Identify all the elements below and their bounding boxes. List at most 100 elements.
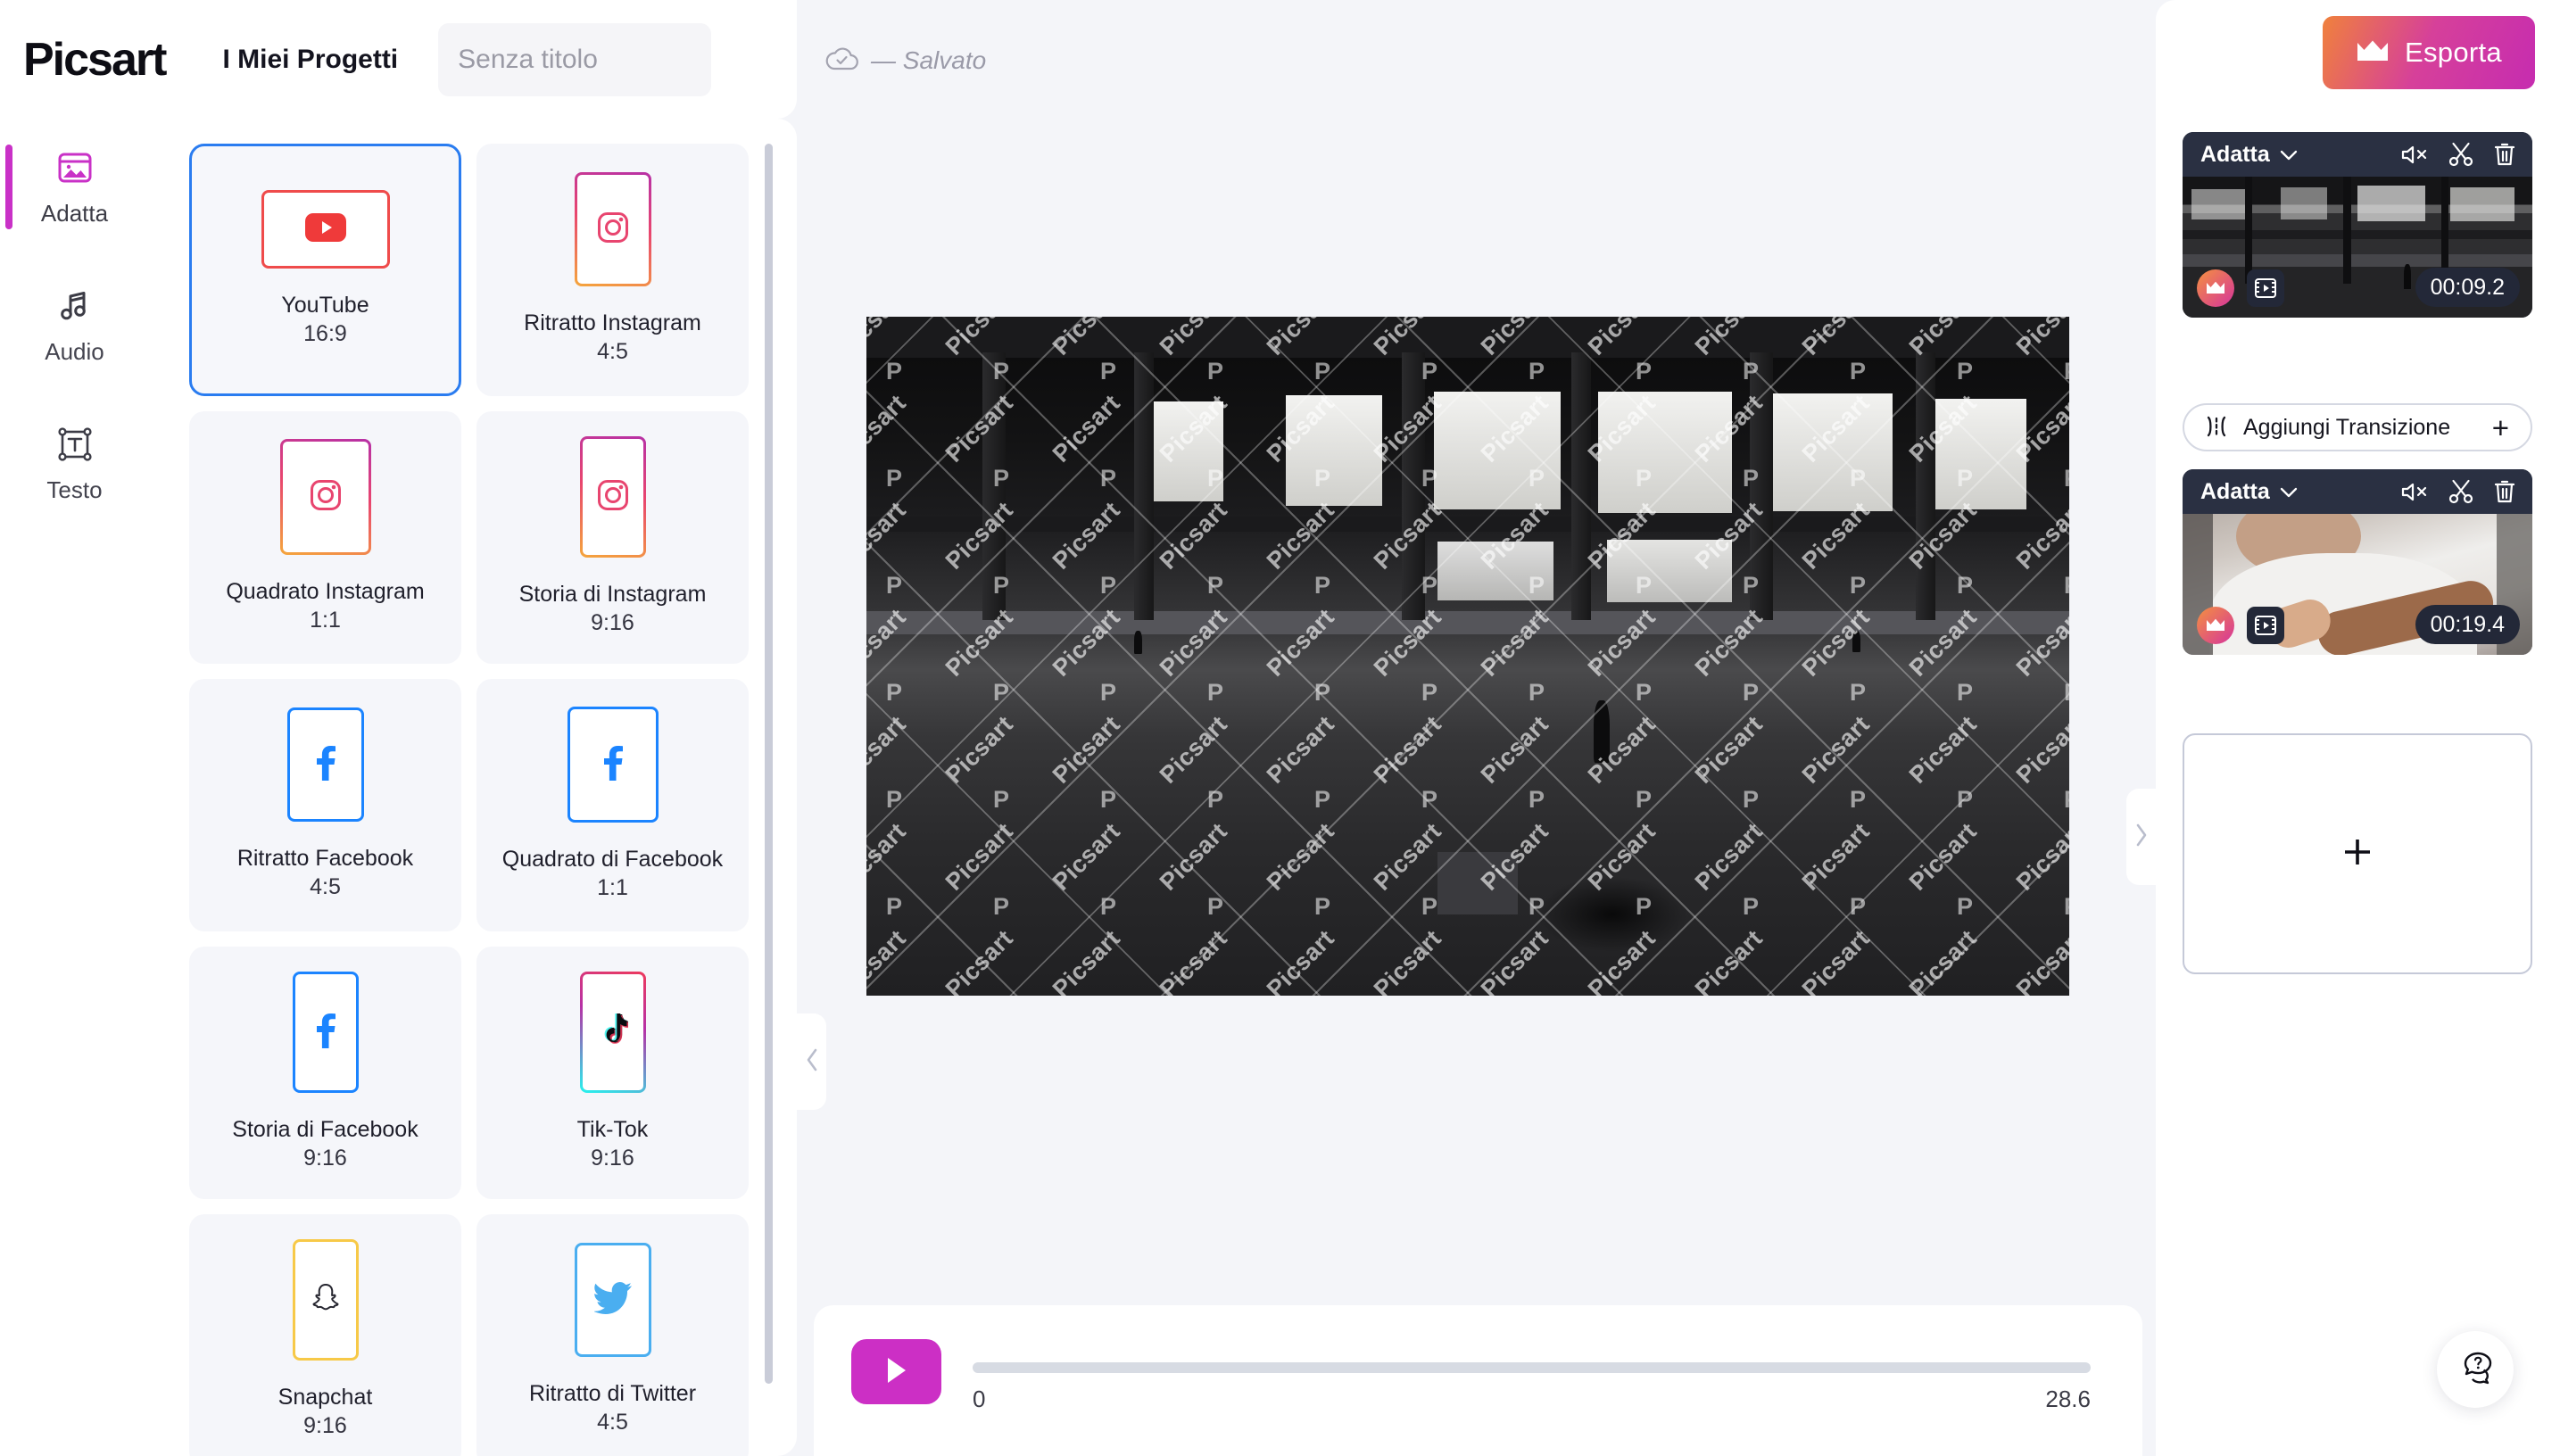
preset-frame [261, 190, 390, 269]
sidebar-item-adatta[interactable]: Adatta [0, 119, 149, 257]
facebook-icon [314, 745, 337, 785]
preset-card[interactable]: Quadrato Instagram 1:1 [189, 411, 461, 664]
preset-name: Storia di Facebook [232, 1117, 418, 1142]
clip-toolbar: Adatta [2183, 469, 2532, 514]
save-status: — Salvato [825, 45, 986, 76]
plus-icon [2341, 836, 2374, 873]
play-button[interactable] [851, 1339, 941, 1404]
timeline: 0 28.6 [973, 1362, 2091, 1413]
scissors-icon[interactable] [2448, 479, 2473, 504]
preset-name: YouTube [281, 293, 369, 318]
trash-icon[interactable] [2493, 142, 2516, 167]
speaker-mute-icon[interactable] [2401, 144, 2429, 166]
export-button[interactable]: Esporta [2323, 16, 2535, 89]
my-projects-link[interactable]: I Miei Progetti [222, 45, 398, 75]
canvas-stage: PicsartPPicsartPPicsartPPicsartPPicsartP… [797, 119, 2269, 1350]
crown-icon [2356, 39, 2390, 66]
preset-name: Ritratto di Twitter [528, 1381, 697, 1406]
preset-ratio: 9:16 [591, 1146, 634, 1171]
preset-name: Tik-Tok [576, 1117, 649, 1142]
preset-card[interactable]: Ritratto di Twitter 4:5 [476, 1214, 749, 1456]
scissors-icon[interactable] [2448, 142, 2473, 167]
preset-frame [580, 436, 646, 558]
timeline-labels: 0 28.6 [973, 1386, 2091, 1413]
picsart-logo: Picsart [23, 33, 167, 86]
preset-card[interactable]: Quadrato di Facebook 1:1 [476, 679, 749, 931]
sidebar-item-testo[interactable]: Testo [0, 395, 149, 534]
timeline-end-label: 28.6 [2045, 1386, 2091, 1412]
preset-frame [567, 707, 659, 823]
preset-panel: YouTube 16:9 Ritratto Instagram 4:5 Quadrato… [149, 119, 797, 1456]
sidebar-item-audio[interactable]: Audio [0, 257, 149, 395]
trash-icon[interactable] [2493, 479, 2516, 504]
preset-ratio: 1:1 [597, 875, 628, 901]
clip-duration-badge: 00:19.4 [2415, 605, 2520, 644]
preset-frame [574, 1243, 651, 1357]
plus-icon: + [2491, 410, 2509, 444]
snapchat-icon [311, 1283, 341, 1318]
clip-kind-dropdown[interactable]: Adatta [2200, 142, 2298, 168]
clip-card[interactable]: Adatta [2183, 469, 2532, 655]
premium-crown-badge [2197, 269, 2234, 307]
help-button[interactable] [2437, 1331, 2514, 1408]
preview-frame-image [866, 317, 2069, 996]
preset-grid: YouTube 16:9 Ritratto Instagram 4:5 Quadrato… [189, 144, 750, 1456]
preset-frame [292, 1239, 359, 1361]
add-clip-button[interactable] [2183, 733, 2532, 974]
clips-panel: Adatta 00:09.2 Aggiungi Transizione + Ad… [2156, 0, 2560, 1456]
preset-ratio: 4:5 [597, 1410, 628, 1435]
sidebar-item-label: Adatta [40, 200, 109, 227]
preset-name: Ritratto Instagram [524, 310, 701, 335]
timeline-track[interactable] [973, 1362, 2091, 1373]
playback-bar: 0 28.6 [814, 1305, 2142, 1456]
preset-card[interactable]: YouTube 16:9 [189, 144, 461, 396]
preset-scrollbar-thumb[interactable] [765, 144, 773, 1384]
preset-card[interactable]: Snapchat 9:16 [189, 1214, 461, 1456]
speaker-mute-icon[interactable] [2401, 481, 2429, 503]
preset-name: Storia di Instagram [518, 582, 707, 607]
cloud-check-icon [825, 45, 859, 76]
preset-ratio: 9:16 [591, 610, 634, 636]
sidebar-item-label: Audio [45, 338, 104, 365]
preset-frame [580, 972, 646, 1093]
add-transition-button[interactable]: Aggiungi Transizione + [2183, 403, 2532, 451]
preset-ratio: 4:5 [597, 339, 628, 365]
preset-ratio: 9:16 [303, 1413, 347, 1439]
collapse-left-panel-button[interactable] [797, 1013, 826, 1110]
chevron-right-icon [2133, 822, 2150, 853]
premium-crown-badge [2197, 607, 2234, 644]
preset-card[interactable]: Ritratto Facebook 4:5 [189, 679, 461, 931]
timeline-start-label: 0 [973, 1386, 986, 1412]
preset-card[interactable]: Ritratto Instagram 4:5 [476, 144, 749, 396]
project-title-input[interactable] [438, 22, 712, 96]
preset-card[interactable]: Tik-Tok 9:16 [476, 947, 749, 1199]
video-preview[interactable]: PicsartPPicsartPPicsartPPicsartPPicsartP… [866, 317, 2069, 996]
facebook-icon [601, 745, 625, 785]
clip-kind-dropdown[interactable]: Adatta [2200, 479, 2298, 505]
export-button-label: Esporta [2405, 37, 2502, 68]
save-status-label: — Salvato [871, 46, 987, 74]
instagram-icon [597, 479, 629, 516]
sidebar-item-label: Testo [46, 476, 103, 503]
clip-toolbar: Adatta [2183, 132, 2532, 177]
instagram-icon [310, 479, 342, 516]
preset-frame [575, 172, 651, 286]
preset-card[interactable]: Storia di Instagram 9:16 [476, 411, 749, 664]
app-header: Picsart I Miei Progetti [0, 0, 797, 119]
collapse-right-panel-button[interactable] [2126, 789, 2156, 885]
preset-card[interactable]: Storia di Facebook 9:16 [189, 947, 461, 1199]
preset-name: Snapchat [278, 1385, 373, 1410]
music-note-icon [55, 286, 95, 330]
instagram-icon [597, 211, 629, 248]
twitter-icon [592, 1281, 632, 1319]
export-area: Esporta [2301, 0, 2560, 112]
film-clip-icon [2247, 269, 2284, 307]
chevron-left-icon [804, 1046, 820, 1078]
preset-name: Quadrato di Facebook [501, 847, 724, 872]
preset-frame [280, 439, 371, 555]
chevron-down-icon [2280, 479, 2298, 505]
clip-card[interactable]: Adatta [2183, 132, 2532, 318]
preset-name: Ritratto Facebook [236, 846, 414, 871]
chat-question-icon [2456, 1350, 2494, 1390]
clip-thumbnail: 00:19.4 [2183, 514, 2532, 655]
